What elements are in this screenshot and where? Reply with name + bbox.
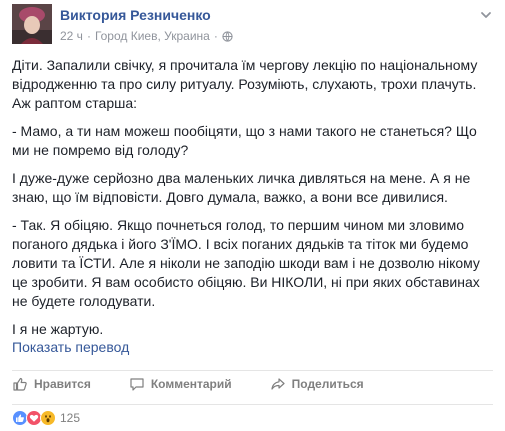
avatar[interactable] <box>12 4 52 44</box>
reaction-count[interactable]: 125 <box>60 411 80 425</box>
comment-icon <box>129 376 145 392</box>
meta-separator: · <box>86 29 91 43</box>
post-location[interactable]: Город Киев, Украина <box>95 29 210 43</box>
post-paragraph: Діти. Запалили свічку, я прочитала їм че… <box>12 57 478 111</box>
like-button[interactable]: Нравится <box>12 376 91 392</box>
post-body: Діти. Запалили свічку, я прочитала їм че… <box>12 56 495 348</box>
reactions-bar[interactable]: 125 <box>12 404 493 426</box>
post-meta: 22 ч · Город Киев, Украина · <box>60 29 233 43</box>
post-header: Виктория Резниченко 22 ч · Город Киев, У… <box>12 4 497 52</box>
post-paragraph: - Так. Я обіцяю. Якщо почнеться голод, т… <box>12 217 480 309</box>
comment-label: Комментарий <box>150 377 232 391</box>
meta-separator-2: · <box>213 29 218 43</box>
post-card: Виктория Резниченко 22 ч · Город Киев, У… <box>0 0 505 431</box>
comment-button[interactable]: Комментарий <box>129 376 232 392</box>
action-bar: Нравится Комментарий Поделиться <box>12 370 493 396</box>
thumbs-up-icon <box>12 376 28 392</box>
show-translation-link[interactable]: Показать перевод <box>12 339 129 355</box>
like-label: Нравится <box>34 377 91 391</box>
share-button[interactable]: Поделиться <box>270 376 364 392</box>
wow-icon <box>40 409 56 426</box>
post-paragraph: - Мамо, а ти нам можеш пообіцяти, що з н… <box>12 123 477 158</box>
post-time[interactable]: 22 ч <box>60 29 83 43</box>
author-name[interactable]: Виктория Резниченко <box>60 7 211 23</box>
post-paragraph: І дуже-дуже серйозно два маленьких личка… <box>12 170 471 205</box>
chevron-down-icon[interactable] <box>479 8 493 22</box>
globe-icon[interactable] <box>222 30 233 42</box>
share-label: Поделиться <box>291 377 364 391</box>
post-paragraph: І я не жартую. <box>12 321 104 337</box>
share-icon <box>270 376 286 392</box>
